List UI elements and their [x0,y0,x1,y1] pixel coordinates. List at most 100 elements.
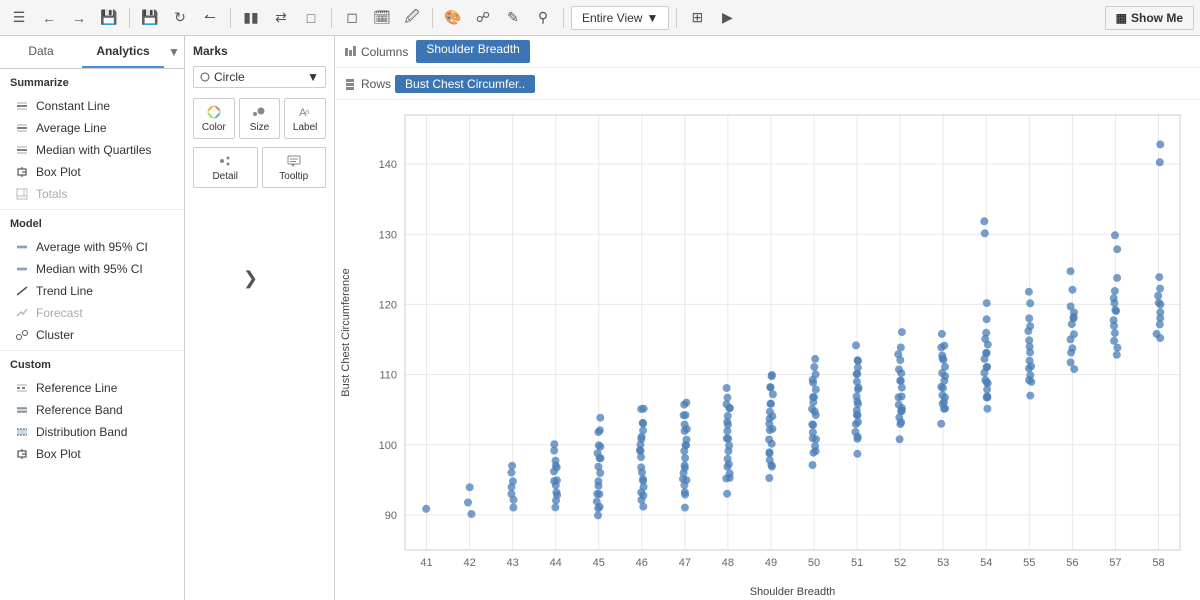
columns-label-item: Columns [343,40,408,63]
color-icon[interactable]: 🎨 [440,5,466,31]
item-constant-line[interactable]: Constant Line [10,95,174,117]
svg-text:55: 55 [1023,557,1035,569]
size-btn-label: Size [250,122,269,133]
cursor-symbol: ❯ [243,268,258,289]
forecast-icon [14,305,30,321]
toolbar-right: ▦ Show Me [1105,6,1194,30]
main-toolbar: ☰ ← → 💾 💾 ↻ ↼ ▮▮ ⇄ □ ◻ 🗓 🖉 🎨 ☍ ✎ ⚲ Entir… [0,0,1200,36]
sep1 [129,8,130,28]
median-quartiles-label: Median with Quartiles [36,143,151,157]
view-label: Entire View [582,11,642,25]
svg-text:140: 140 [379,159,397,171]
chart-rows-row: Rows Bust Chest Circumfer.. [335,68,1200,100]
item-cluster[interactable]: Cluster [10,324,174,346]
chart-type-icon: ▦ [1116,11,1127,25]
item-median-quartiles[interactable]: Median with Quartiles [10,139,174,161]
box-plot-sum-icon [14,164,30,180]
undo-icon[interactable]: ↻ [167,5,193,31]
left-panel: Data Analytics ▼ Summarize Constant Line… [0,36,185,600]
label-icon[interactable]: 🗓 [369,5,395,31]
svg-text:49: 49 [765,557,777,569]
columns-pill[interactable]: Shoulder Breadth [416,40,529,63]
swap-icon[interactable]: ⇄ [268,5,294,31]
marks-detail-button[interactable]: Detail [193,147,258,188]
reference-line-icon [14,380,30,396]
svg-text:48: 48 [722,557,734,569]
view-dropdown[interactable]: Entire View ▼ [571,6,669,30]
bar-chart-icon[interactable]: ▮▮ [238,5,264,31]
item-box-plot-custom[interactable]: Box Plot [10,443,174,465]
reference-band-label: Reference Band [36,403,123,417]
label-btn-label: Label [293,122,317,133]
highlighter-icon[interactable]: ✎ [500,5,526,31]
tab-arrow[interactable]: ▼ [164,36,184,68]
sep5 [563,8,564,28]
item-box-plot-sum[interactable]: Box Plot [10,161,174,183]
cluster-label: Cluster [36,328,74,342]
annotate-icon[interactable]: 🖉 [399,5,425,31]
grid-icon[interactable]: ⊞ [684,5,710,31]
median-95ci-label: Median with 95% CI [36,262,143,276]
reference-band-icon [14,402,30,418]
tab-analytics[interactable]: Analytics [82,36,164,68]
item-reference-line[interactable]: Reference Line [10,377,174,399]
new-datasource-icon[interactable]: 💾 [137,5,163,31]
menu-icon[interactable]: ☰ [6,5,32,31]
chart-columns-row: Columns Shoulder Breadth [335,36,1200,68]
marks-tooltip-button[interactable]: Tooltip [262,147,327,188]
show-me-label: Show Me [1131,11,1183,25]
sep3 [331,8,332,28]
group-icon[interactable]: ◻ [339,5,365,31]
svg-text:58: 58 [1152,557,1164,569]
reference-line-label: Reference Line [36,381,117,395]
svg-text:44: 44 [550,557,562,569]
forward-icon[interactable]: → [66,5,92,31]
tab-data[interactable]: Data [0,36,82,68]
item-distribution-band[interactable]: Distribution Band [10,421,174,443]
svg-text:57: 57 [1109,557,1121,569]
svg-text:43: 43 [507,557,519,569]
marks-buttons-grid: Color Size A a Label [193,98,326,139]
marks-panel: Marks Circle ▼ Color [185,36,335,600]
svg-text:50: 50 [808,557,820,569]
tooltip-icon[interactable]: ☍ [470,5,496,31]
save-icon[interactable]: 💾 [96,5,122,31]
cluster-icon [14,327,30,343]
chart-body[interactable]: 9010011012013014041424344454647484950515… [335,100,1200,600]
marks-type-dropdown[interactable]: Circle ▼ [193,66,326,88]
marks-type-label: Circle [214,70,245,84]
item-median-95ci[interactable]: Median with 95% CI [10,258,174,280]
present-icon[interactable]: ▶ [714,5,740,31]
item-reference-band[interactable]: Reference Band [10,399,174,421]
item-totals: Totals [10,183,174,205]
svg-text:Shoulder Breadth: Shoulder Breadth [750,586,836,598]
rows-pill[interactable]: Bust Chest Circumfer.. [395,75,535,93]
distribution-band-icon [14,424,30,440]
detail-btn-label: Detail [212,171,238,182]
filter-icon[interactable]: ⚲ [530,5,556,31]
totals-icon [14,186,30,202]
item-trend-line[interactable]: Trend Line [10,280,174,302]
marks-label-button[interactable]: A a Label [284,98,326,139]
chevron-down-icon: ▼ [646,11,658,25]
trend-line-icon [14,283,30,299]
svg-text:56: 56 [1066,557,1078,569]
svg-text:51: 51 [851,557,863,569]
average-95ci-label: Average with 95% CI [36,240,148,254]
svg-text:41: 41 [420,557,432,569]
marks-size-button[interactable]: Size [239,98,281,139]
model-title: Model [10,218,174,230]
item-average-line[interactable]: Average Line [10,117,174,139]
fit-icon[interactable]: □ [298,5,324,31]
show-me-button[interactable]: ▦ Show Me [1105,6,1194,30]
sep6 [676,8,677,28]
svg-text:a: a [305,107,310,116]
svg-text:52: 52 [894,557,906,569]
box-plot-custom-label: Box Plot [36,447,81,461]
item-average-95ci[interactable]: Average with 95% CI [10,236,174,258]
summarize-section: Summarize Constant Line Average Line Med… [0,69,184,209]
redo-icon[interactable]: ↼ [197,5,223,31]
back-icon[interactable]: ← [36,5,62,31]
cursor-area: ❯ [193,188,326,308]
marks-color-button[interactable]: Color [193,98,235,139]
